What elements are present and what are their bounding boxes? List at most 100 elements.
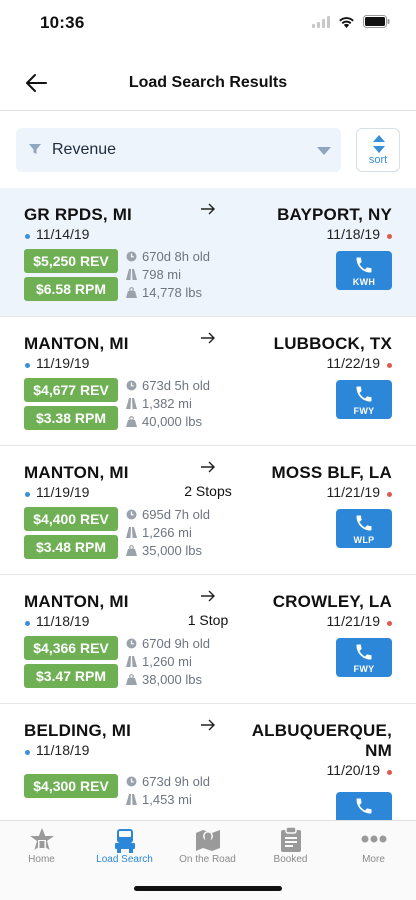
tab-booked[interactable]: Booked bbox=[249, 821, 332, 871]
load-weight: 35,000 lbs bbox=[142, 543, 202, 558]
age-info: 673d 9h old bbox=[126, 774, 210, 789]
phone-icon bbox=[356, 798, 372, 814]
tab-bar: Home Load Search On the Road Booked More bbox=[0, 820, 416, 900]
origin-dot bbox=[25, 234, 30, 239]
load-card[interactable]: GR RPDS, MI 11/14/19 BAYPORT, NY 11/18/1… bbox=[0, 188, 416, 317]
load-miles: 1,260 mi bbox=[142, 654, 192, 669]
destination-dot bbox=[387, 621, 392, 626]
truck-icon bbox=[114, 829, 135, 853]
load-card[interactable]: MANTON, MI 11/19/19 LUBBOCK, TX 11/22/19… bbox=[0, 317, 416, 446]
phone-icon bbox=[356, 515, 372, 531]
weight-icon bbox=[126, 416, 137, 427]
revenue-badge: $4,400 REV bbox=[24, 507, 118, 531]
load-weight: 14,778 lbs bbox=[142, 285, 202, 300]
clipboard-icon bbox=[280, 827, 301, 852]
tab-label: On the Road bbox=[179, 854, 236, 865]
destination-city: LUBBOCK, TX bbox=[273, 334, 392, 353]
destination-dot bbox=[387, 492, 392, 497]
weight-icon bbox=[126, 287, 137, 298]
origin-city: MANTON, MI bbox=[24, 463, 129, 482]
arrow-right-icon bbox=[201, 203, 215, 215]
origin-city: GR RPDS, MI bbox=[24, 205, 132, 224]
status-time: 10:36 bbox=[40, 13, 85, 32]
tab-load-search[interactable]: Load Search bbox=[83, 821, 166, 871]
tab-home[interactable]: Home bbox=[0, 821, 83, 871]
load-age: 670d 9h old bbox=[142, 636, 210, 651]
age-info: 670d 9h old bbox=[126, 636, 210, 651]
phone-icon bbox=[356, 257, 372, 273]
rpm-badge: $3.38 RPM bbox=[24, 406, 118, 430]
phone-icon bbox=[356, 644, 372, 660]
weight-info: 14,778 lbs bbox=[126, 285, 202, 300]
sort-arrows-icon bbox=[373, 135, 385, 153]
pickup-date: 11/19/19 bbox=[36, 355, 90, 371]
map-pin-icon bbox=[195, 830, 220, 851]
load-miles: 798 mi bbox=[142, 267, 182, 282]
destination-dot bbox=[387, 234, 392, 239]
chevron-down-icon bbox=[317, 147, 331, 155]
delivery-date: 11/20/19 bbox=[326, 762, 380, 778]
load-age: 673d 5h old bbox=[142, 378, 210, 393]
sort-by-dropdown[interactable]: Revenue bbox=[16, 128, 341, 172]
arrow-right-icon bbox=[201, 590, 215, 602]
home-indicator bbox=[134, 886, 282, 891]
revenue-badge: $4,677 REV bbox=[24, 378, 118, 402]
load-miles: 1,453 mi bbox=[142, 792, 192, 807]
load-card[interactable]: MANTON, MI 11/19/19 2 Stops MOSS BLF, LA… bbox=[0, 446, 416, 575]
road-icon bbox=[126, 398, 137, 409]
rpm-badge: $3.48 RPM bbox=[24, 535, 118, 559]
sort-by-value: Revenue bbox=[52, 141, 117, 158]
weight-icon bbox=[126, 545, 137, 556]
pickup-date: 11/14/19 bbox=[36, 226, 90, 242]
call-carrier-button[interactable]: FWY bbox=[336, 638, 392, 677]
carrier-code: WLP bbox=[353, 535, 375, 545]
arrow-right-icon bbox=[201, 461, 215, 473]
call-carrier-button[interactable] bbox=[336, 792, 392, 820]
tab-label: More bbox=[362, 854, 385, 865]
filter-funnel-icon bbox=[29, 144, 41, 154]
revenue-badge: $5,250 REV bbox=[24, 249, 118, 273]
sort-label: sort bbox=[368, 154, 388, 166]
sort-button[interactable]: sort bbox=[356, 128, 400, 172]
road-icon bbox=[126, 527, 137, 538]
destination-dot bbox=[387, 363, 392, 368]
load-miles: 1,382 mi bbox=[142, 396, 192, 411]
route-arrow bbox=[200, 718, 216, 736]
distance-info: 798 mi bbox=[126, 267, 181, 282]
route-arrow bbox=[200, 460, 216, 478]
carrier-code: KWH bbox=[352, 277, 376, 287]
load-list: GR RPDS, MI 11/14/19 BAYPORT, NY 11/18/1… bbox=[0, 188, 416, 820]
clock-icon bbox=[126, 509, 137, 520]
weight-info: 40,000 lbs bbox=[126, 414, 202, 429]
arrow-right-icon bbox=[201, 332, 215, 344]
load-card[interactable]: BELDING, MI 11/18/19 ALBUQUERQUE, NM 11/2… bbox=[0, 704, 416, 820]
load-card[interactable]: MANTON, MI 11/18/19 1 Stop CROWLEY, LA 1… bbox=[0, 575, 416, 704]
battery-icon bbox=[363, 15, 390, 28]
load-miles: 1,266 mi bbox=[142, 525, 192, 540]
origin-city: MANTON, MI bbox=[24, 592, 129, 611]
tab-more[interactable]: More bbox=[332, 821, 415, 871]
route-arrow bbox=[200, 202, 216, 220]
weight-info: 38,000 lbs bbox=[126, 672, 202, 687]
pickup-date: 11/18/19 bbox=[36, 742, 90, 758]
rpm-badge: $3.47 RPM bbox=[24, 664, 118, 688]
age-info: 670d 8h old bbox=[126, 249, 210, 264]
origin-dot bbox=[25, 750, 30, 755]
carrier-code: FWY bbox=[353, 664, 375, 674]
load-age: 673d 9h old bbox=[142, 774, 210, 789]
road-icon bbox=[126, 656, 137, 667]
age-info: 695d 7h old bbox=[126, 507, 210, 522]
tab-on-the-road[interactable]: On the Road bbox=[166, 821, 249, 871]
call-carrier-button[interactable]: KWH bbox=[336, 251, 392, 290]
more-dots-icon bbox=[361, 835, 386, 843]
weight-info: 35,000 lbs bbox=[126, 543, 202, 558]
phone-icon bbox=[356, 386, 372, 402]
delivery-date: 11/22/19 bbox=[326, 355, 380, 371]
tab-label: Booked bbox=[273, 854, 308, 865]
load-weight: 40,000 lbs bbox=[142, 414, 202, 429]
screen: 10:36 Load Search Results Revenue sort G… bbox=[0, 0, 416, 900]
call-carrier-button[interactable]: WLP bbox=[336, 509, 392, 548]
call-carrier-button[interactable]: FWY bbox=[336, 380, 392, 419]
load-weight: 38,000 lbs bbox=[142, 672, 202, 687]
revenue-badge: $4,300 REV bbox=[24, 774, 118, 798]
